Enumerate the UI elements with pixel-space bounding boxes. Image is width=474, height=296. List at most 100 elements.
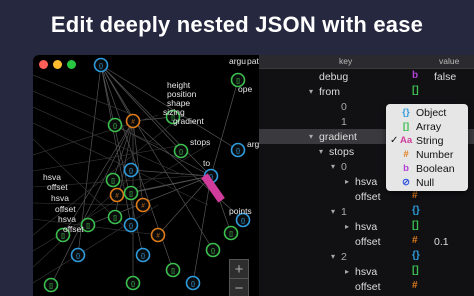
- disclosure-closed-icon[interactable]: ▸: [345, 177, 349, 186]
- disclosure-open-icon[interactable]: ▾: [331, 162, 335, 171]
- graph-node-icon: []: [49, 283, 53, 290]
- row-type-icon[interactable]: {}: [412, 250, 420, 261]
- row-key[interactable]: offset: [355, 281, 381, 293]
- graph-node-icon: []: [171, 268, 175, 275]
- number-type-icon: #: [403, 149, 409, 160]
- type-menu-item-null[interactable]: ⊘ Null: [386, 176, 468, 190]
- disclosure-closed-icon[interactable]: ▸: [345, 267, 349, 276]
- disclosure-closed-icon[interactable]: ▸: [345, 222, 349, 231]
- row-key[interactable]: hsva: [355, 221, 377, 233]
- zoom-in-button[interactable]: +: [229, 259, 249, 279]
- graph-node-icon: #: [141, 203, 145, 210]
- string-type-icon: Aa: [400, 135, 413, 146]
- tree-row[interactable]: ▸ hsva []: [259, 264, 474, 279]
- type-menu-label: Array: [416, 121, 442, 133]
- type-menu-label: Number: [416, 149, 454, 161]
- graph-view[interactable]: {} #{}[]{}{}[]{} #[]{}[] #{}[][]{} #[]{}[]{}…: [33, 55, 273, 296]
- row-type-icon[interactable]: []: [412, 85, 419, 96]
- tree-row[interactable]: offset #0.1: [259, 234, 474, 249]
- type-menu: {} Object[] Array ✓ Aa String # Number b Boolean ⊘…: [386, 104, 468, 191]
- row-key[interactable]: gradient: [319, 131, 357, 143]
- row-key[interactable]: 2: [341, 251, 347, 263]
- checkmark-icon: ✓: [390, 135, 399, 146]
- graph-edge: [130, 169, 212, 177]
- type-menu-label: Boolean: [416, 163, 455, 175]
- boolean-type-icon: b: [403, 163, 409, 174]
- graph-node-label: offset: [55, 204, 76, 214]
- graph-node-icon: []: [113, 215, 117, 222]
- row-key[interactable]: 1: [341, 116, 347, 128]
- graph-canvas[interactable]: {}#{}[]{}{}[]{}#[]{}[]#{}[][]{}#[]{}[]{}…: [33, 55, 259, 296]
- key-column-header: key: [339, 56, 353, 66]
- graph-edge: [210, 79, 239, 177]
- row-key[interactable]: stops: [329, 146, 354, 158]
- graph-edge: [33, 202, 134, 206]
- graph-node-label: hsva: [51, 193, 69, 203]
- zoom-out-button[interactable]: −: [229, 278, 249, 296]
- graph-node-icon: []: [229, 231, 233, 238]
- tree-row[interactable]: debug b false: [259, 69, 474, 84]
- graph-node-icon: #: [156, 233, 160, 240]
- graph-edge: [33, 144, 184, 172]
- row-type-icon[interactable]: #: [412, 280, 418, 291]
- graph-edge: [33, 218, 159, 236]
- type-menu-label: String: [416, 135, 444, 147]
- value-column-header: value: [439, 56, 460, 66]
- graph-node-label: to: [203, 158, 211, 168]
- tree-row[interactable]: ▾ 2 {}: [259, 249, 474, 264]
- row-type-icon[interactable]: []: [412, 265, 419, 276]
- disclosure-open-icon[interactable]: ▾: [331, 207, 335, 216]
- tree-row[interactable]: offset #: [259, 189, 474, 204]
- row-key[interactable]: offset: [355, 191, 381, 203]
- type-menu-label: Null: [416, 177, 435, 189]
- object-type-icon: {}: [402, 107, 410, 118]
- tree-row[interactable]: ▾ from []: [259, 84, 474, 99]
- type-menu-item-object[interactable]: {} Object: [386, 106, 468, 120]
- tree-row[interactable]: ▸ hsva []: [259, 219, 474, 234]
- null-type-icon: ⊘: [402, 177, 410, 188]
- graph-node-label: hsva: [58, 214, 76, 224]
- disclosure-open-icon[interactable]: ▾: [309, 132, 313, 141]
- graph-edge: [33, 204, 159, 284]
- row-type-icon[interactable]: b: [412, 70, 418, 81]
- graph-node-label: points: [229, 206, 252, 216]
- graph-edge: [87, 175, 212, 226]
- type-menu-item-array[interactable]: [] Array: [386, 120, 468, 134]
- graph-node-label: offset: [63, 224, 84, 234]
- type-menu-item-number[interactable]: # Number: [386, 148, 468, 162]
- row-key[interactable]: 0: [341, 161, 347, 173]
- row-key[interactable]: debug: [319, 71, 348, 83]
- row-key[interactable]: hsva: [355, 266, 377, 278]
- row-type-icon[interactable]: []: [412, 220, 419, 231]
- graph-edge: [192, 175, 212, 284]
- graph-edge: [33, 106, 184, 176]
- graph-node-label: hsva: [43, 172, 61, 182]
- row-type-icon[interactable]: {}: [412, 205, 420, 216]
- row-key[interactable]: hsva: [355, 176, 377, 188]
- headline: Edit deeply nested JSON with ease: [50, 12, 424, 37]
- tree-row[interactable]: offset #: [259, 279, 474, 294]
- graph-node-icon: #: [115, 193, 119, 200]
- graph-node-label: argu: [229, 56, 247, 66]
- disclosure-open-icon[interactable]: ▾: [319, 147, 323, 156]
- row-type-icon[interactable]: #: [412, 190, 418, 201]
- array-type-icon: []: [402, 121, 410, 132]
- graph-node-label: stops: [190, 137, 211, 147]
- row-value[interactable]: false: [434, 71, 456, 83]
- graph-node-icon: []: [129, 191, 133, 198]
- disclosure-open-icon[interactable]: ▾: [331, 252, 335, 261]
- row-key[interactable]: 1: [341, 206, 347, 218]
- disclosure-open-icon[interactable]: ▾: [309, 87, 313, 96]
- graph-node-icon: []: [111, 178, 115, 185]
- row-key[interactable]: 0: [341, 101, 347, 113]
- tree-row[interactable]: ▾ 1 {}: [259, 204, 474, 219]
- type-menu-item-string[interactable]: ✓ Aa String: [386, 134, 468, 148]
- type-menu-item-boolean[interactable]: b Boolean: [386, 162, 468, 176]
- row-type-icon[interactable]: #: [412, 235, 418, 246]
- graph-node-icon: []: [86, 223, 90, 230]
- type-menu-label: Object: [416, 107, 447, 119]
- row-value[interactable]: 0.1: [434, 236, 449, 248]
- graph-node-label: ope: [238, 84, 253, 94]
- row-key[interactable]: offset: [355, 236, 381, 248]
- row-key[interactable]: from: [319, 86, 340, 98]
